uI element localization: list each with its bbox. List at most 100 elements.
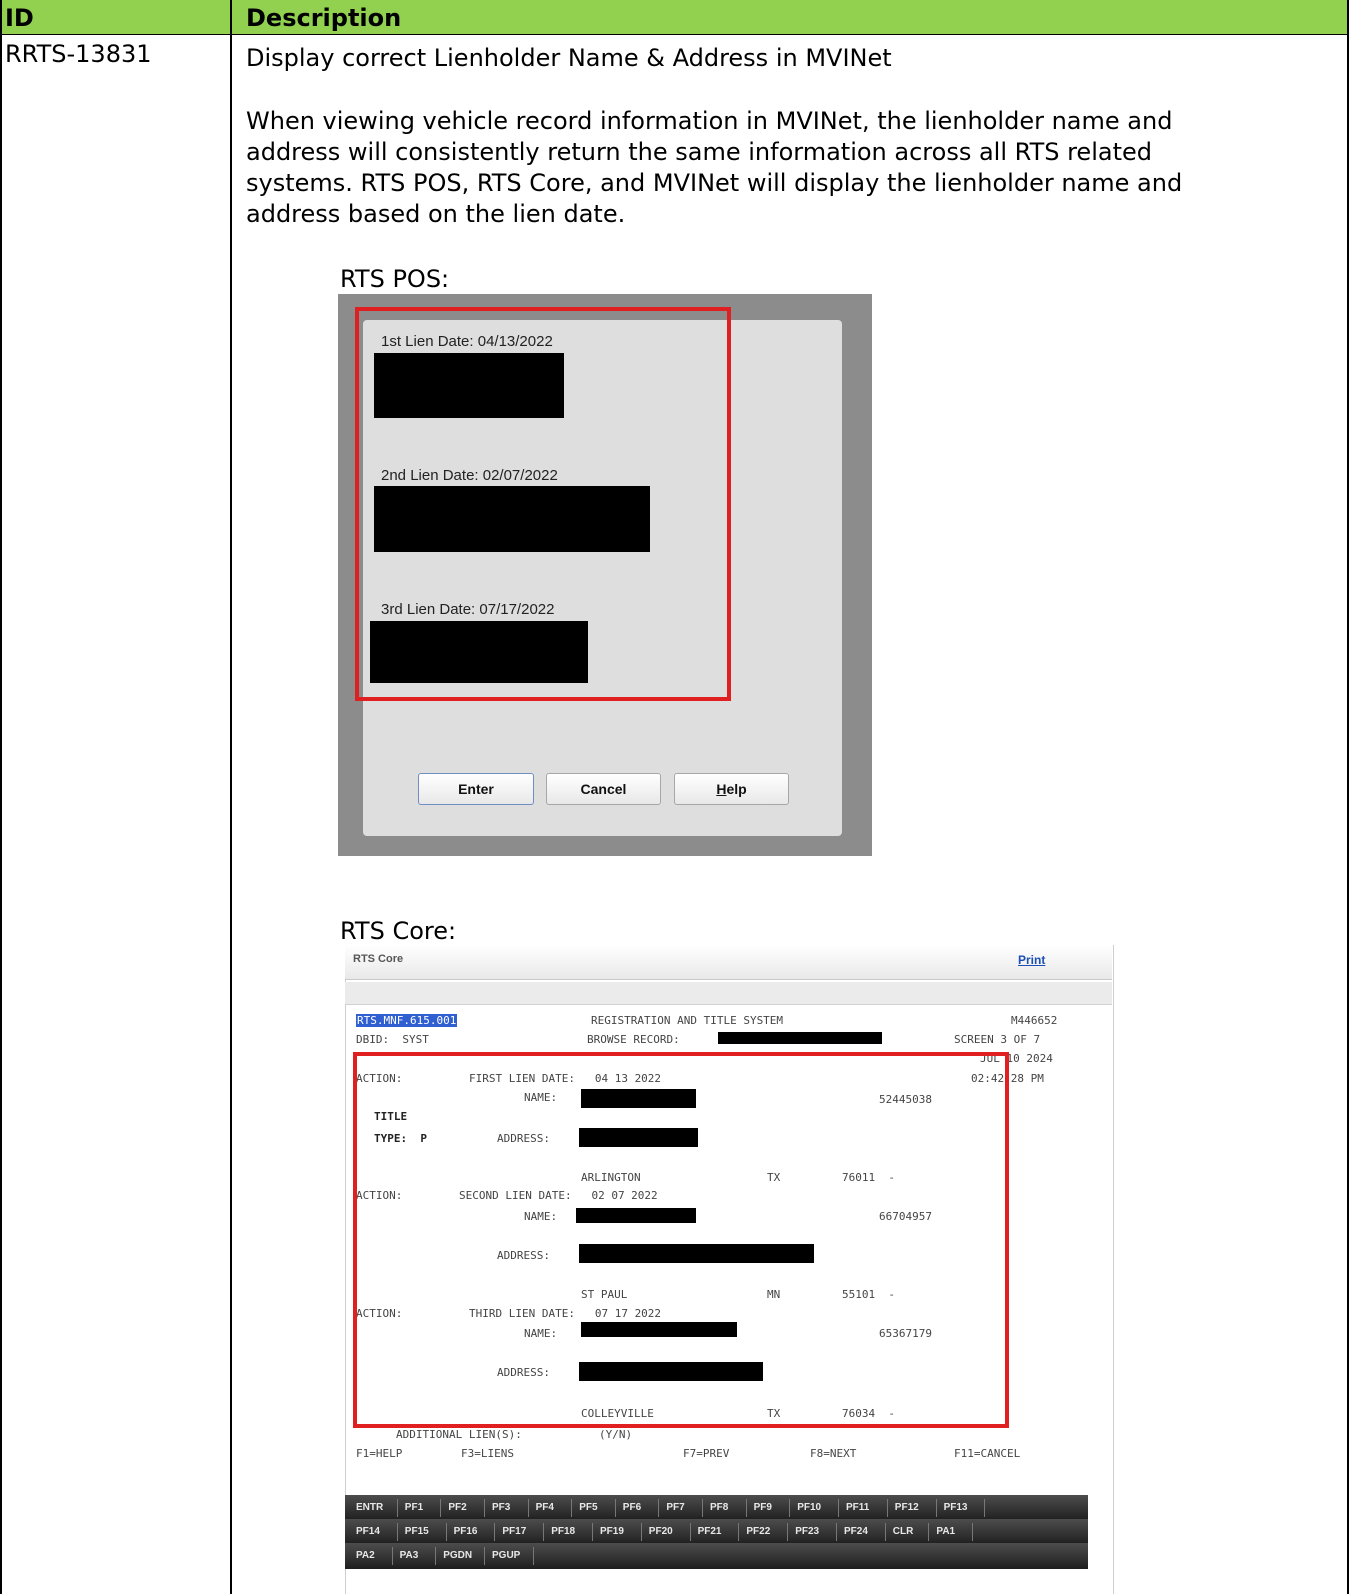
print-link[interactable]: Print bbox=[1018, 953, 1045, 967]
pf-key-pf5[interactable]: PF5 bbox=[579, 1502, 597, 1513]
header-description: Description bbox=[246, 4, 402, 32]
pf-key-separator bbox=[787, 1523, 789, 1541]
pf-key-pf24[interactable]: PF24 bbox=[844, 1526, 868, 1537]
pf-key-separator bbox=[396, 1523, 398, 1541]
column-divider bbox=[230, 0, 232, 1594]
pf-key-separator bbox=[640, 1523, 642, 1541]
pf-key-entr[interactable]: ENTR bbox=[356, 1502, 383, 1513]
pf-key-clr[interactable]: CLR bbox=[893, 1526, 914, 1537]
core-caption: RTS Core: bbox=[340, 917, 457, 945]
pf-key-separator bbox=[702, 1499, 703, 1517]
pf-key-pf17[interactable]: PF17 bbox=[502, 1526, 526, 1537]
row-body-line-3: systems. RTS POS, RTS Core, and MVINet w… bbox=[246, 169, 1183, 197]
pf-key-pf13[interactable]: PF13 bbox=[944, 1502, 968, 1513]
pf-key-separator bbox=[484, 1547, 485, 1565]
pf-key-pf4[interactable]: PF4 bbox=[536, 1502, 554, 1513]
pf-key-pf7[interactable]: PF7 bbox=[666, 1502, 684, 1513]
pf-key-separator bbox=[935, 1499, 937, 1517]
pf-key-pf2[interactable]: PF2 bbox=[448, 1502, 466, 1513]
pf-key-pf6[interactable]: PF6 bbox=[623, 1502, 641, 1513]
core-highlight-box bbox=[353, 1052, 1009, 1428]
pf-key-separator bbox=[884, 1523, 886, 1541]
f7-prev: F7=PREV bbox=[683, 1447, 730, 1460]
system-code: M446652 bbox=[1011, 1014, 1058, 1027]
dbid: DBID: SYST bbox=[356, 1033, 429, 1046]
help-button[interactable]: Help bbox=[674, 773, 789, 805]
row-id: RRTS-13831 bbox=[5, 40, 152, 68]
pf-key-separator bbox=[838, 1499, 839, 1517]
header-id: ID bbox=[5, 4, 34, 32]
f8-next: F8=NEXT bbox=[810, 1447, 857, 1460]
pf-key-pf18[interactable]: PF18 bbox=[551, 1526, 575, 1537]
pf-key-pf23[interactable]: PF23 bbox=[795, 1526, 819, 1537]
enter-button[interactable]: Enter bbox=[418, 773, 534, 805]
pf-key-pf9[interactable]: PF9 bbox=[754, 1502, 772, 1513]
pos-caption: RTS POS: bbox=[340, 265, 450, 293]
pf-key-pf22[interactable]: PF22 bbox=[746, 1526, 770, 1537]
pf-key-separator bbox=[543, 1523, 545, 1541]
pf-key-pf20[interactable]: PF20 bbox=[649, 1526, 673, 1537]
table-header bbox=[0, 0, 1349, 35]
pf-key-pf15[interactable]: PF15 bbox=[405, 1526, 429, 1537]
pf-key-separator bbox=[592, 1523, 593, 1541]
row-body-line-2: address will consistently return the sam… bbox=[246, 138, 1152, 166]
pf-key-pf12[interactable]: PF12 bbox=[895, 1502, 919, 1513]
pf-key-pa3[interactable]: PA3 bbox=[400, 1550, 419, 1561]
pf-key-separator bbox=[972, 1523, 973, 1541]
pf-key-pf11[interactable]: PF11 bbox=[846, 1502, 869, 1513]
pf-key-pf19[interactable]: PF19 bbox=[600, 1526, 624, 1537]
pf-key-separator bbox=[738, 1523, 740, 1541]
pf-key-separator bbox=[836, 1523, 837, 1541]
browse-record-label: BROWSE RECORD: bbox=[587, 1033, 680, 1046]
core-toolbar-strip bbox=[345, 982, 1112, 1005]
pf-key-separator bbox=[484, 1499, 485, 1517]
pf-key-separator bbox=[689, 1523, 691, 1541]
f1-help: F1=HELP bbox=[356, 1447, 403, 1460]
pf-key-separator bbox=[745, 1499, 747, 1517]
yes-no-hint: (Y/N) bbox=[599, 1428, 633, 1441]
pf-key-separator bbox=[789, 1499, 791, 1517]
pf-key-separator bbox=[445, 1523, 447, 1541]
pf-key-separator bbox=[928, 1523, 930, 1541]
help-mnemonic: H bbox=[716, 781, 727, 797]
pf-key-separator bbox=[435, 1547, 437, 1565]
pf-key-pgdn[interactable]: PGDN bbox=[443, 1550, 472, 1561]
row-body-line-4: address based on the lien date. bbox=[246, 200, 626, 228]
core-titlebar bbox=[345, 945, 1112, 980]
pf-key-pf16[interactable]: PF16 bbox=[454, 1526, 478, 1537]
f3-liens: F3=LIENS bbox=[461, 1447, 514, 1460]
redacted-browse-record bbox=[718, 1032, 882, 1044]
screen-count: SCREEN 3 OF 7 bbox=[954, 1033, 1041, 1046]
pf-key-separator bbox=[614, 1499, 616, 1517]
pf-key-separator bbox=[396, 1499, 398, 1517]
pf-key-separator bbox=[532, 1547, 534, 1565]
pf-key-separator bbox=[391, 1547, 393, 1565]
pf-key-pf1[interactable]: PF1 bbox=[405, 1502, 423, 1513]
pf-key-separator bbox=[440, 1499, 442, 1517]
cancel-button[interactable]: Cancel bbox=[546, 773, 661, 805]
table-border-left bbox=[0, 0, 2, 1594]
pf-key-pf10[interactable]: PF10 bbox=[797, 1502, 821, 1513]
pf-key-pf8[interactable]: PF8 bbox=[710, 1502, 728, 1513]
pf-key-separator bbox=[984, 1499, 986, 1517]
pf-key-pf3[interactable]: PF3 bbox=[492, 1502, 510, 1513]
pf-key-separator bbox=[527, 1499, 529, 1517]
pf-key-pgup[interactable]: PGUP bbox=[492, 1550, 520, 1561]
core-window-title: RTS Core bbox=[353, 953, 404, 965]
pf-key-separator bbox=[571, 1499, 573, 1517]
screen-id: RTS.MNF.615.001 bbox=[356, 1014, 458, 1027]
pf-key-separator bbox=[886, 1499, 888, 1517]
system-title: REGISTRATION AND TITLE SYSTEM bbox=[591, 1014, 784, 1027]
pf-key-pa1[interactable]: PA1 bbox=[936, 1526, 955, 1537]
pf-key-pf14[interactable]: PF14 bbox=[356, 1526, 380, 1537]
f11-cancel: F11=CANCEL bbox=[954, 1447, 1021, 1460]
additional-liens-label: ADDITIONAL LIEN(S): bbox=[396, 1428, 522, 1441]
pf-key-separator bbox=[658, 1499, 660, 1517]
help-label-rest: elp bbox=[726, 781, 747, 797]
pos-highlight-box bbox=[355, 307, 731, 701]
row-body-line-1: When viewing vehicle record information … bbox=[246, 107, 1173, 135]
pf-key-pf21[interactable]: PF21 bbox=[698, 1526, 722, 1537]
pf-key-separator bbox=[494, 1523, 496, 1541]
row-title: Display correct Lienholder Name & Addres… bbox=[246, 44, 892, 72]
pf-key-pa2[interactable]: PA2 bbox=[356, 1550, 375, 1561]
